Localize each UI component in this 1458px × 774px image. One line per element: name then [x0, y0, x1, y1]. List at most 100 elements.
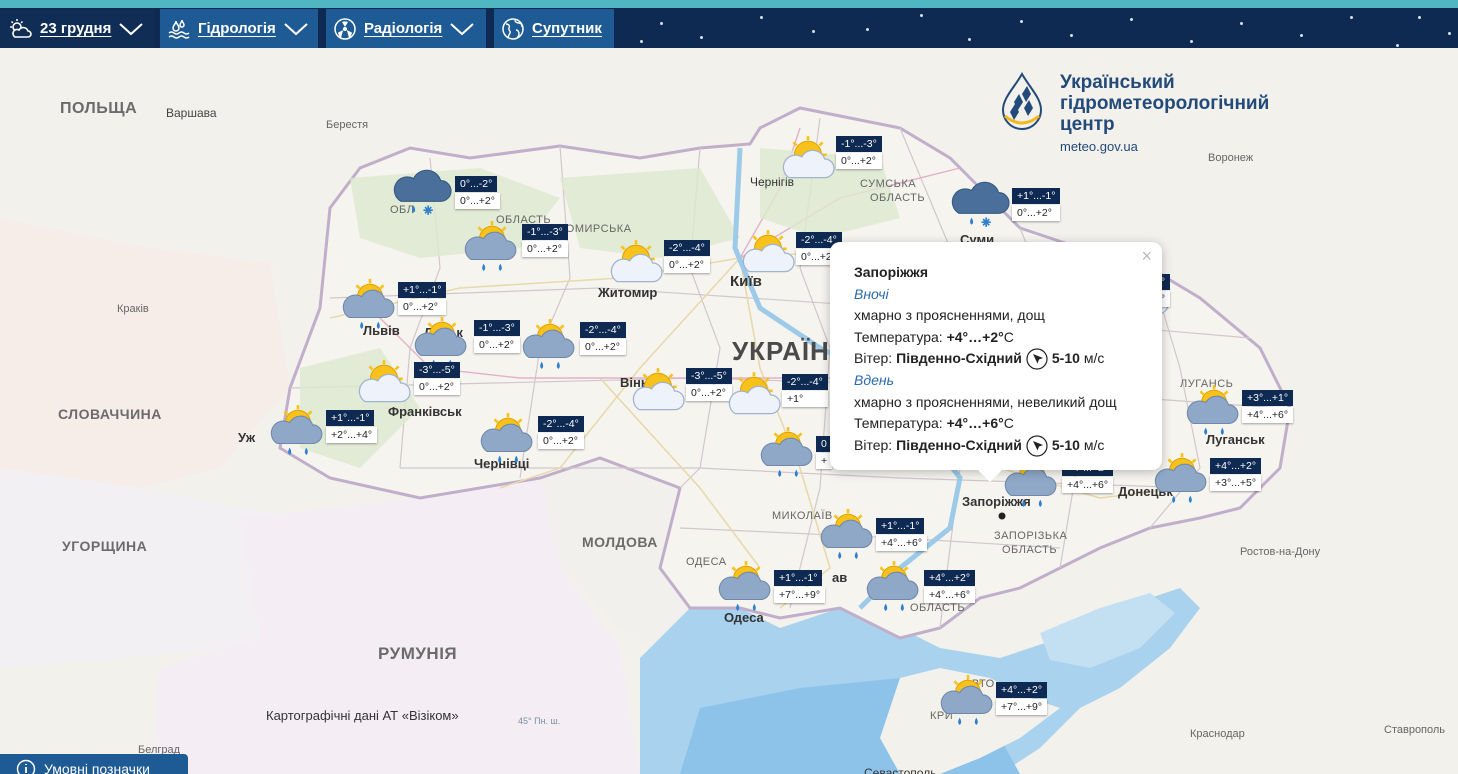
city-label-warsaw: Варшава: [166, 106, 217, 120]
satellite-menu[interactable]: Супутник: [494, 9, 614, 48]
night-temperature: +1°...-1°: [326, 410, 375, 426]
temperature-label-donetsk[interactable]: +4°...+2° +3°...+5°: [1210, 458, 1262, 491]
popup-close-button[interactable]: ×: [1141, 246, 1152, 268]
temperature-label-mykolaiv[interactable]: +1°...-1° +4°...+6°: [876, 518, 928, 551]
temperature-label: Температура:: [854, 328, 943, 345]
temperature-label-frankivsk[interactable]: -3°...-5° 0°...+2°: [414, 362, 460, 395]
sun-cloud-icon[interactable]: [776, 134, 840, 184]
temperature-label-sumy[interactable]: +1°...-1° 0°...+2°: [1012, 188, 1061, 221]
oblast-label-sumy-2: ОБЛАСТЬ: [870, 192, 926, 204]
city-label-krakow: Краків: [117, 303, 149, 315]
country-label-slovakia: СЛОВАЧЧИНА: [58, 406, 162, 422]
temperature-label-lutsk[interactable]: 0°...-2° 0°...+2°: [455, 176, 500, 209]
night-temperature: +1°...-1°: [774, 570, 823, 586]
city-label-sevastopol: Севастополь: [864, 766, 937, 774]
chevron-down-icon: [119, 22, 144, 35]
sun-cloud-rain-icon[interactable]: [338, 278, 402, 329]
chevron-down-icon: [284, 22, 308, 35]
legend-button[interactable]: Умовні позначки: [0, 754, 188, 774]
day-temperature: 0°...+2°: [538, 433, 584, 449]
temperature-label-kherson[interactable]: +4°...+2° +4°...+6°: [924, 570, 976, 603]
wind-label: Вітер:: [854, 350, 893, 367]
wind-direction-icon: [1026, 348, 1048, 370]
sun-cloud-rain-icon[interactable]: [756, 426, 820, 477]
wind-unit: м/с: [1083, 436, 1105, 453]
night-temperature: -2°...-4°: [580, 322, 626, 338]
sun-cloud-icon[interactable]: [736, 228, 800, 278]
chevron-down-icon: [450, 22, 474, 35]
day-temperature: 0°...+2°: [522, 241, 568, 257]
night-temperature: -2°...-4°: [664, 240, 710, 256]
hydrology-label: Гідрологія: [198, 20, 276, 37]
sun-cloud-rain-icon[interactable]: [714, 560, 778, 611]
uhmc-logo[interactable]: Український гідрометеорологічний центр m…: [1000, 72, 1269, 154]
sun-cloud-rain-icon[interactable]: [476, 412, 540, 463]
sun-cloud-rain-icon[interactable]: [816, 508, 880, 559]
satellite-label: Супутник: [532, 20, 602, 37]
night-temperature: -1°...-3°: [522, 224, 568, 240]
day-temperature: 0°...+2°: [398, 299, 447, 315]
country-label-poland: ПОЛЬЩА: [60, 100, 138, 117]
temperature-label-chernihiv[interactable]: -1°...-3° 0°...+2°: [836, 136, 882, 169]
sun-cloud-rain-icon[interactable]: [1182, 384, 1246, 435]
night-temperature: +4°...+2°: [1210, 458, 1262, 474]
night-wind-direction: Південно-Східний: [896, 350, 1022, 367]
day-temperature: +7°...+9°: [996, 699, 1048, 715]
temperature-label-crimea[interactable]: +4°...+2° +7°...+9°: [996, 682, 1048, 715]
temperature-label-ternopil[interactable]: -1°...-3° 0°...+2°: [474, 320, 520, 353]
day-wind-direction: Південно-Східний: [896, 436, 1022, 453]
temperature-label-chernivtsi[interactable]: -2°...-4° 0°...+2°: [538, 416, 584, 449]
sun-cloud-rain-icon[interactable]: [518, 318, 582, 369]
snow-rain-cloud-icon[interactable]: [392, 166, 456, 216]
day-temperature-value: +4°…+6°: [946, 415, 1004, 431]
wind-label: Вітер:: [854, 436, 893, 453]
logo-line-3: центр: [1060, 114, 1115, 135]
sun-cloud-rain-icon[interactable]: [410, 316, 474, 367]
day-temperature: +4°...+6°: [924, 587, 976, 603]
temperature-label-khmelnytskyi[interactable]: -2°...-4° 0°...+2°: [580, 322, 626, 355]
oblast-label-zaporizhzhia-1: ЗАПОРІЗЬКА: [994, 530, 1068, 542]
day-temperature: +7°...+9°: [774, 587, 826, 603]
temperature-label-cherkasy[interactable]: -2°...-4° +1°: [782, 374, 828, 407]
hydrology-menu[interactable]: Гідрологія: [160, 9, 318, 48]
sun-cloud-icon[interactable]: [722, 370, 786, 420]
snow-rain-cloud-icon[interactable]: [950, 178, 1014, 228]
temperature-label-odesa[interactable]: +1°...-1° +7°...+9°: [774, 570, 826, 603]
city-label-odesa: Одеса: [724, 610, 764, 625]
country-label-romania: РУМУНІЯ: [378, 644, 458, 663]
info-icon: [16, 759, 36, 774]
sun-cloud-rain-icon[interactable]: [862, 560, 926, 611]
city-label-kherson-part: ав: [832, 570, 848, 585]
temperature-label-luhansk[interactable]: +3°...+1° +4°...+6°: [1242, 390, 1294, 423]
night-temperature: -3°...-5°: [414, 362, 460, 378]
logo-line-1: Український: [1060, 72, 1175, 93]
temperature-label-uzhhorod[interactable]: +1°...-1° +2°...+4°: [326, 410, 378, 443]
sun-cloud-rain-icon[interactable]: [266, 404, 330, 455]
legend-button-label: Умовні позначки: [44, 761, 150, 774]
sun-cloud-icon[interactable]: [604, 238, 668, 288]
forecast-popup: × Запоріжжя Вночі хмарно з проясненнями,…: [830, 242, 1162, 482]
country-label-hungary: УГОРЩИНА: [62, 538, 148, 554]
temperature-label: Температура:: [854, 415, 943, 431]
city-label-rostov: Ростов-на-Дону: [1240, 546, 1321, 558]
day-temperature: +2°...+4°: [326, 427, 378, 443]
city-label-uzh: Уж: [238, 430, 256, 445]
sun-cloud-icon[interactable]: [626, 366, 690, 416]
radiology-menu[interactable]: Радіологія: [326, 9, 486, 48]
night-wind-speed: 5-10: [1051, 350, 1080, 367]
popup-night-description: хмарно з проясненнями, дощ: [854, 307, 1045, 323]
date-selector[interactable]: 23 грудня: [0, 9, 154, 48]
wind-unit: м/с: [1083, 350, 1105, 367]
temperature-label-lviv[interactable]: +1°...-1° 0°...+2°: [398, 282, 447, 315]
sun-cloud-rain-icon[interactable]: [936, 674, 1000, 725]
day-temperature: +1°: [782, 391, 828, 407]
temperature-label-zhytomyr[interactable]: -2°...-4° 0°...+2°: [664, 240, 710, 273]
night-temperature: -2°...-4°: [782, 374, 828, 390]
day-wind-speed: 5-10: [1051, 436, 1080, 453]
sun-cloud-rain-icon[interactable]: [460, 220, 524, 271]
city-label-stavropol: Ставрополь: [1384, 724, 1446, 736]
weather-map[interactable]: ПОЛЬЩА Варшава Берестя Краків СЛОВАЧЧИНА…: [0, 48, 1458, 774]
temperature-label-rivne[interactable]: -1°...-3° 0°...+2°: [522, 224, 568, 257]
popup-day-label: Вдень: [854, 372, 894, 388]
sun-cloud-icon[interactable]: [352, 358, 416, 408]
